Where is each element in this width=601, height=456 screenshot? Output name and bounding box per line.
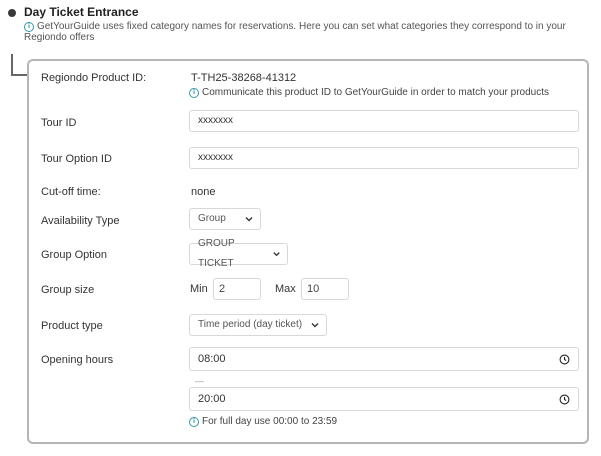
product-id-hint: i Communicate this product ID to GetYourG… [189, 87, 549, 98]
tour-id-input[interactable]: xxxxxxx [189, 110, 579, 132]
group-option-label: Group Option [41, 249, 108, 261]
group-size-min-label: Min [190, 283, 208, 295]
group-size-label: Group size [41, 284, 95, 296]
section-description: i GetYourGuide uses fixed category names … [24, 21, 566, 43]
clock-icon[interactable] [559, 394, 570, 405]
section-title: Day Ticket Entrance [24, 5, 139, 19]
product-id-value: T-TH25-38268-41312 [191, 72, 297, 84]
section-bullet [8, 9, 16, 17]
info-icon: i [189, 417, 199, 427]
group-size-min-input[interactable]: 2 [213, 278, 261, 300]
availability-type-selected: Group [198, 213, 226, 224]
opening-hours-label: Opening hours [41, 354, 114, 366]
group-option-select[interactable]: GROUP TICKET [189, 238, 288, 269]
opening-hours-to-input[interactable]: 20:00 [189, 387, 579, 411]
tree-connector-horizontal [11, 74, 27, 76]
group-size-max-input[interactable]: 10 [301, 278, 349, 300]
product-mapping-panel: Regiondo Product ID: T-TH25-38268-41312 … [27, 59, 589, 444]
tour-option-id-label: Tour Option ID [41, 153, 112, 165]
tour-id-label: Tour ID [41, 117, 77, 129]
opening-hours-to-value: 20:00 [198, 393, 226, 405]
availability-type-select[interactable]: Group [189, 208, 261, 230]
product-type-select[interactable]: Time period (day ticket) [189, 314, 327, 336]
product-type-label: Product type [41, 320, 103, 332]
info-icon: i [24, 22, 34, 32]
opening-hours-from-input[interactable]: 08:00 [189, 347, 579, 371]
group-size-max-label: Max [275, 283, 296, 295]
cutoff-label: Cut-off time: [41, 186, 101, 198]
group-option-selected: GROUP TICKET [198, 238, 235, 269]
info-icon: i [189, 88, 199, 98]
clock-icon[interactable] [559, 354, 570, 365]
product-id-label: Regiondo Product ID: [41, 72, 147, 84]
chevron-down-icon [311, 323, 319, 328]
opening-hours-separator: — [195, 376, 204, 386]
product-type-selected: Time period (day ticket) [198, 319, 303, 330]
chevron-down-icon [273, 252, 280, 257]
tour-option-id-input[interactable]: xxxxxxx [189, 147, 579, 169]
opening-hours-hint: i For full day use 00:00 to 23:59 [189, 416, 337, 427]
availability-type-label: Availability Type [41, 215, 120, 227]
opening-hours-from-value: 08:00 [198, 353, 226, 365]
chevron-down-icon [245, 217, 253, 222]
cutoff-value: none [191, 186, 216, 198]
tree-connector-vertical [11, 54, 13, 76]
